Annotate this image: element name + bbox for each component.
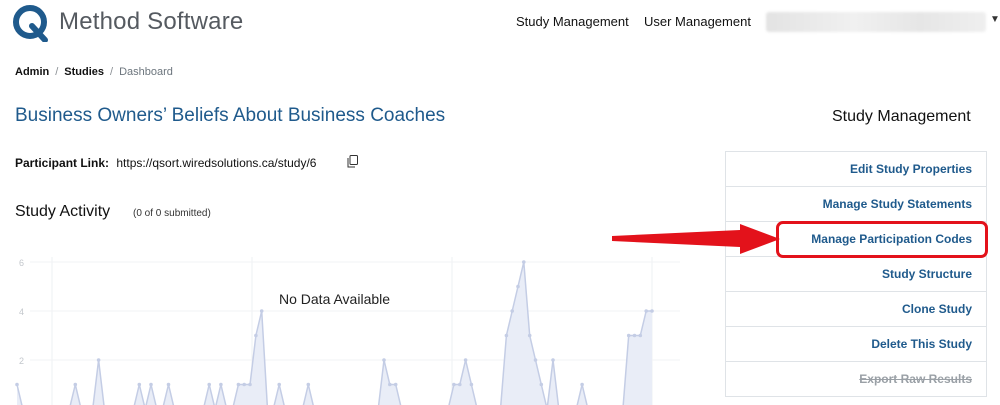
chart-point <box>458 382 462 387</box>
chart-point <box>248 382 252 387</box>
activity-area <box>17 262 652 405</box>
user-account-menu[interactable] <box>766 12 986 32</box>
chart-point <box>522 260 526 264</box>
chart-point <box>207 382 211 387</box>
y-tick-label: 6 <box>19 258 24 268</box>
brand-name[interactable]: Method Software <box>59 8 243 36</box>
chart-point <box>516 284 520 289</box>
chart-point <box>277 382 282 387</box>
chart-point <box>469 382 474 387</box>
breadcrumb-admin[interactable]: Admin <box>15 66 49 78</box>
chart-point <box>539 382 544 387</box>
activity-line <box>16 261 652 405</box>
y-tick-label: 2 <box>19 356 24 366</box>
nav-study-management[interactable]: Study Management <box>516 14 629 29</box>
chart-point <box>236 382 241 387</box>
chart-point <box>259 309 264 313</box>
delete-study-link[interactable]: Delete This Study <box>726 327 986 362</box>
chart-point <box>219 382 223 387</box>
chart-point <box>626 333 631 338</box>
chart-point <box>166 382 171 387</box>
breadcrumb-separator: / <box>110 66 114 78</box>
manage-study-statements-link[interactable]: Manage Study Statements <box>726 187 986 222</box>
chart-point <box>533 358 538 362</box>
chart-point <box>242 382 246 387</box>
red-arrow-icon <box>612 224 780 254</box>
chart-point <box>149 382 153 387</box>
chart-point <box>638 333 643 338</box>
chart-point <box>393 382 398 387</box>
no-data-message: No Data Available <box>279 291 391 307</box>
chevron-down-icon[interactable]: ▼ <box>990 14 1000 25</box>
chart-point <box>306 382 311 387</box>
chart-point <box>650 309 654 313</box>
page-title: Business Owners’ Beliefs About Business … <box>15 105 446 126</box>
chart-point <box>254 333 258 338</box>
chart-point <box>644 309 648 313</box>
highlight-box <box>776 221 988 258</box>
chart-point <box>15 382 19 387</box>
copy-icon[interactable] <box>347 155 358 168</box>
export-raw-results-link[interactable]: Export Raw Results <box>726 362 986 397</box>
chart-point <box>137 382 142 387</box>
chart-point <box>463 358 468 362</box>
study-activity-heading: Study Activity <box>15 203 111 220</box>
chart-point <box>73 382 78 387</box>
breadcrumb-current: Dashboard <box>119 66 173 78</box>
chart-point <box>382 358 386 362</box>
nav-user-management[interactable]: User Management <box>644 14 751 29</box>
breadcrumb-studies[interactable]: Studies <box>64 66 104 78</box>
edit-study-properties-link[interactable]: Edit Study Properties <box>726 152 986 187</box>
study-management-heading: Study Management <box>832 108 971 125</box>
breadcrumb-separator: / <box>55 66 59 78</box>
chart-point <box>632 333 637 338</box>
study-structure-link[interactable]: Study Structure <box>726 257 986 292</box>
chart-point <box>452 382 456 387</box>
study-management-menu: Edit Study Properties Manage Study State… <box>725 151 987 397</box>
study-activity-count: (0 of 0 submitted) <box>133 208 211 219</box>
method-logo-icon[interactable] <box>12 4 50 42</box>
activity-chart: 6 4 2 <box>15 257 680 405</box>
chart-point <box>504 333 509 338</box>
y-tick-label: 4 <box>19 307 24 317</box>
chart-point <box>96 358 101 362</box>
chart-point <box>527 333 532 338</box>
chart-point <box>580 382 584 387</box>
participant-link-url[interactable]: https://qsort.wiredsolutions.ca/study/6 <box>116 156 316 170</box>
chart-point <box>510 309 514 313</box>
participant-link-row: Participant Link: https://qsort.wiredsol… <box>15 156 316 170</box>
chart-point <box>551 358 555 362</box>
chart-point <box>388 382 392 387</box>
breadcrumb: Admin / Studies / Dashboard <box>15 66 173 78</box>
participant-link-label: Participant Link: <box>15 156 110 170</box>
clone-study-link[interactable]: Clone Study <box>726 292 986 327</box>
